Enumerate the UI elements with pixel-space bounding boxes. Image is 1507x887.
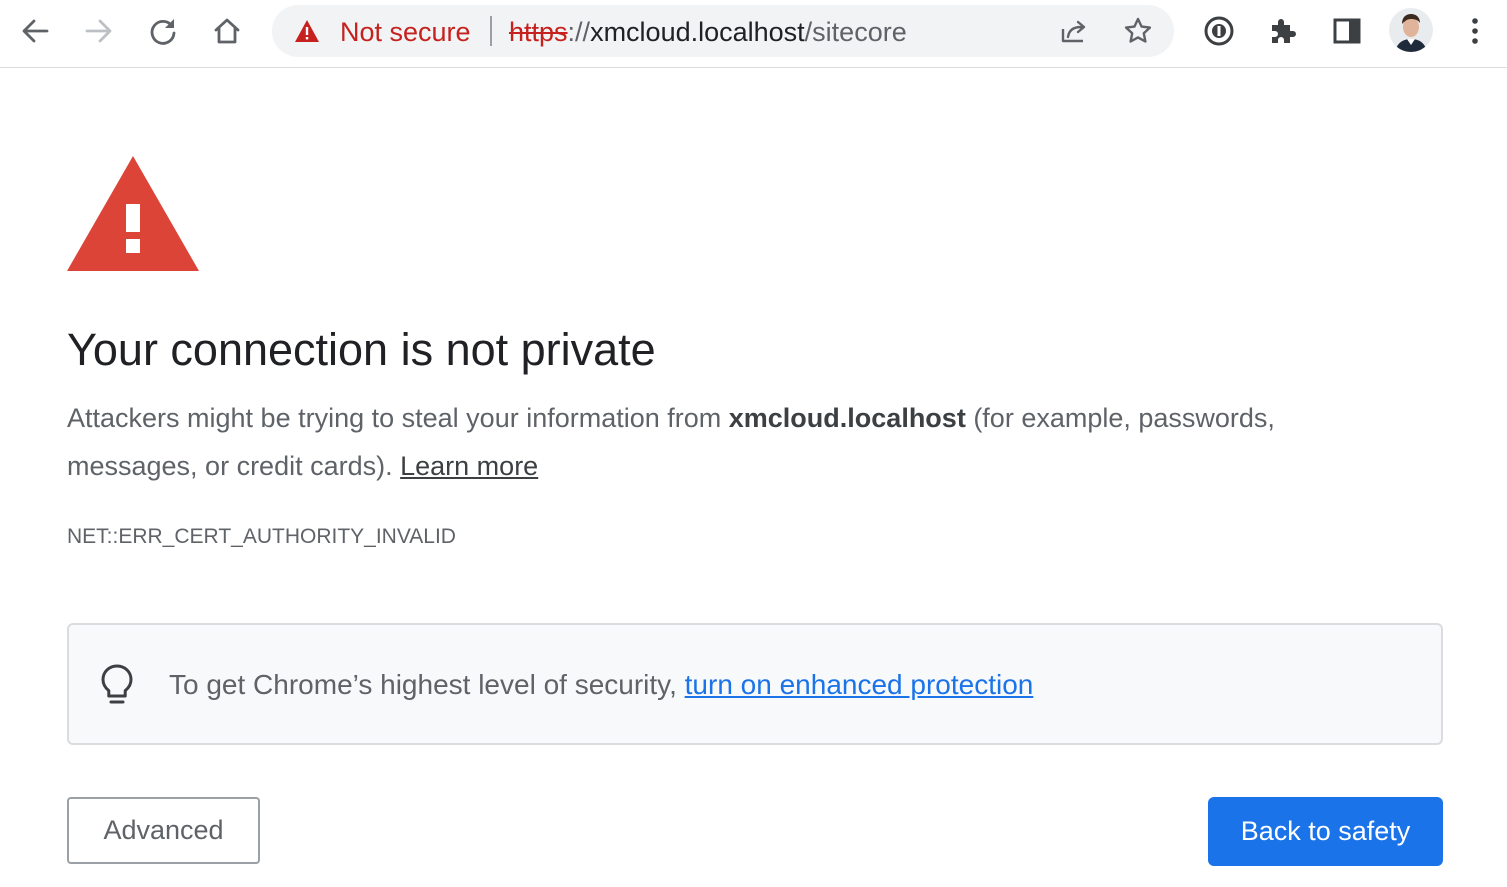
arrow-forward-icon <box>85 19 112 43</box>
promo-message: To get Chrome’s highest level of securit… <box>169 669 685 700</box>
share-icon <box>1061 20 1086 43</box>
advanced-button[interactable]: Advanced <box>67 797 260 864</box>
browser-toolbar: Not secure https://xmcloud.localhost/sit… <box>0 0 1507 68</box>
password-manager-button[interactable] <box>1195 8 1243 54</box>
password-manager-icon <box>1204 16 1234 46</box>
kebab-menu-icon <box>1472 18 1478 44</box>
share-button[interactable] <box>1054 11 1094 51</box>
back-button[interactable] <box>11 8 59 54</box>
reload-icon <box>150 19 176 45</box>
learn-more-link[interactable]: Learn more <box>400 451 538 481</box>
omnibox-divider <box>490 16 492 46</box>
lightbulb-icon <box>101 664 133 704</box>
extensions-button[interactable] <box>1259 8 1307 54</box>
bookmark-button[interactable] <box>1118 11 1158 51</box>
back-to-safety-button[interactable]: Back to safety <box>1208 797 1443 866</box>
side-panel-button[interactable] <box>1323 8 1371 54</box>
not-secure-warning-icon[interactable] <box>294 19 320 43</box>
enhanced-protection-link[interactable]: turn on enhanced protection <box>685 669 1034 700</box>
home-button[interactable] <box>203 8 251 54</box>
profile-photo <box>1389 8 1433 52</box>
explanation-text: Attackers might be trying to steal your … <box>67 394 1397 490</box>
enhanced-protection-promo: To get Chrome’s highest level of securit… <box>67 623 1443 745</box>
url-path: /sitecore <box>804 17 907 47</box>
url-host: xmcloud.localhost <box>590 17 805 47</box>
url-separator: :// <box>567 17 591 47</box>
profile-avatar[interactable] <box>1389 8 1433 52</box>
browser-menu-button[interactable] <box>1451 8 1499 54</box>
url-text[interactable]: https://xmcloud.localhost/sitecore <box>509 17 907 47</box>
star-icon <box>1124 17 1152 43</box>
url-scheme: https <box>509 17 568 47</box>
side-panel-icon <box>1333 18 1361 44</box>
home-icon <box>214 18 240 44</box>
promo-text: To get Chrome’s highest level of securit… <box>169 667 1033 703</box>
puzzle-extensions-icon <box>1272 19 1296 43</box>
security-status-label[interactable]: Not secure <box>340 17 471 47</box>
forward-button[interactable] <box>75 8 123 54</box>
page-title: Your connection is not private <box>67 324 656 375</box>
arrow-back-icon <box>22 19 49 43</box>
reload-button[interactable] <box>139 8 187 54</box>
error-code: NET::ERR_CERT_AUTHORITY_INVALID <box>67 525 456 548</box>
omnibox[interactable]: Not secure https://xmcloud.localhost/sit… <box>272 5 1174 57</box>
explanation-pre: Attackers might be trying to steal your … <box>67 403 729 433</box>
warning-triangle-icon <box>67 156 199 271</box>
explanation-host: xmcloud.localhost <box>728 403 966 433</box>
